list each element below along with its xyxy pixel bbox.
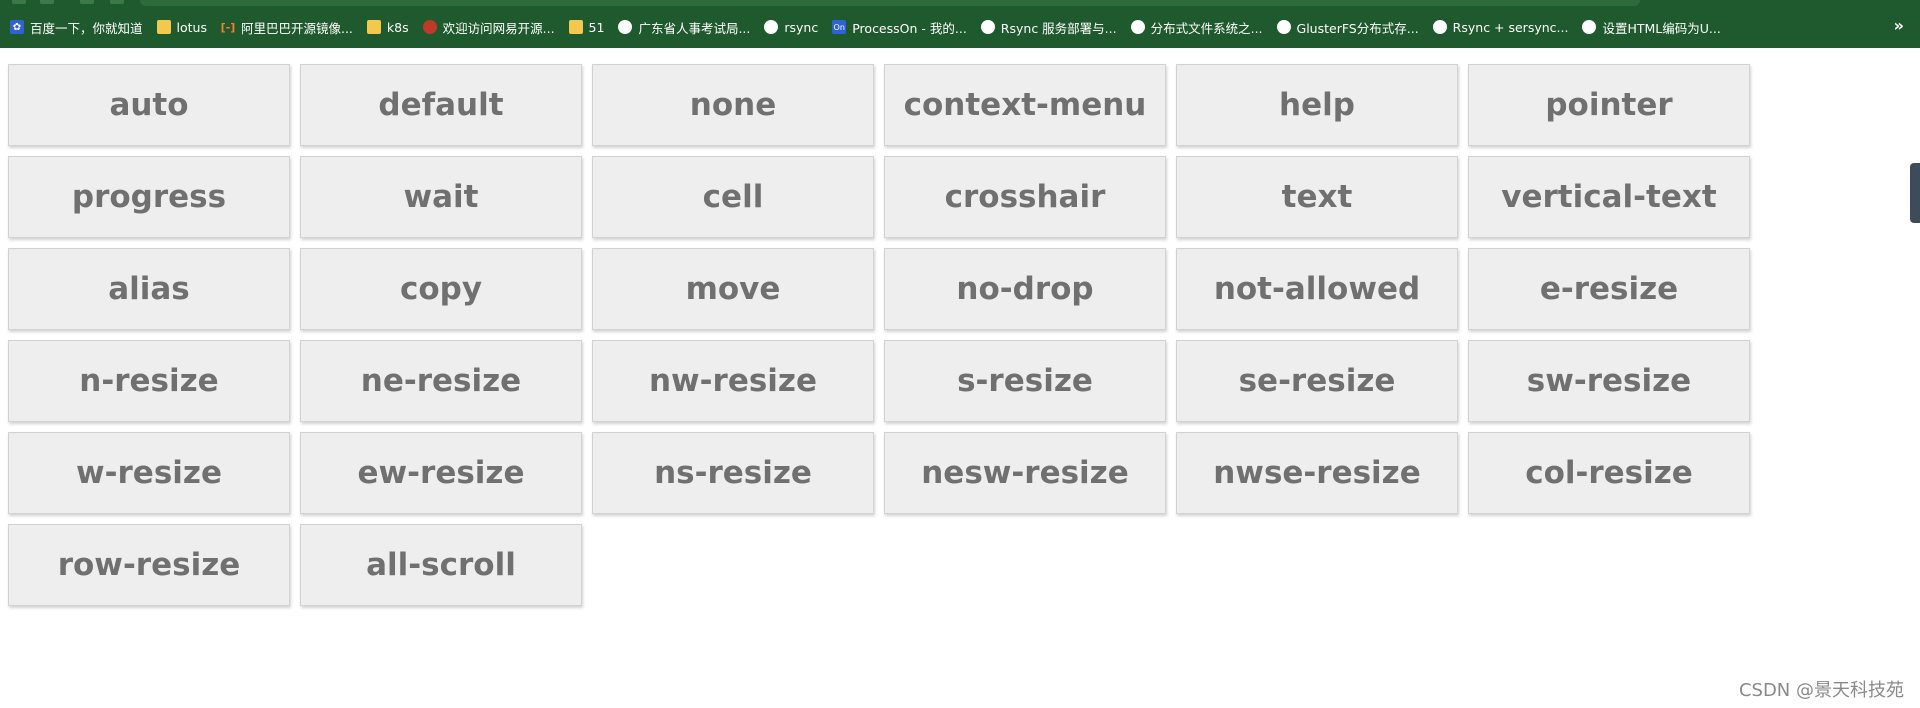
cursor-cell-s-resize[interactable]: s-resize [884,340,1166,422]
cursor-cell-nesw-resize[interactable]: nesw-resize [884,432,1166,514]
bookmark-item[interactable]: 分布式文件系统之... [1130,18,1263,37]
bookmark-label: 阿里巴巴开源镜像... [240,20,353,36]
cursor-cell-help[interactable]: help [1176,64,1458,146]
cursor-cell-pointer[interactable]: pointer [1468,64,1750,146]
globe-icon [980,20,995,34]
globe-icon [618,20,633,34]
cursor-cell-cell[interactable]: cell [592,156,874,238]
bookmark-item[interactable]: 欢迎访问网易开源... [422,18,555,37]
home-button-edge[interactable] [110,0,124,4]
cursor-cell-w-resize[interactable]: w-resize [8,432,290,514]
netease-icon [422,20,437,34]
address-bar-edge[interactable] [140,0,1640,6]
bookmark-label: GlusterFS分布式存... [1296,20,1419,36]
cursor-cell-ns-resize[interactable]: ns-resize [592,432,874,514]
folder-icon [366,20,381,34]
cursor-cell-progress[interactable]: progress [8,156,290,238]
back-button-edge[interactable] [12,0,26,4]
cursor-cell-wait[interactable]: wait [300,156,582,238]
bookmark-label: k8s [386,19,409,35]
cursor-cell-nwse-resize[interactable]: nwse-resize [1176,432,1458,514]
bookmark-label: 广东省人事考试局... [638,20,751,36]
cursor-cell-copy[interactable]: copy [300,248,582,330]
bookmark-item[interactable]: Rsync 服务部署与... [980,18,1117,37]
cursor-cell-sw-resize[interactable]: sw-resize [1468,340,1750,422]
cursor-cell-vertical-text[interactable]: vertical-text [1468,156,1750,238]
globe-icon [1432,20,1447,34]
bookmark-label: 欢迎访问网易开源... [442,20,555,36]
bookmark-item[interactable]: GlusterFS分布式存... [1276,18,1419,37]
bookmark-label: Rsync + sersync... [1452,19,1569,35]
bookmark-item[interactable]: [-] 阿里巴巴开源镜像... [221,18,353,37]
bookmark-label: 设置HTML编码为U... [1602,20,1721,36]
aliyun-icon: [-] [220,20,236,34]
bookmark-item[interactable]: 设置HTML编码为U... [1582,18,1721,37]
processon-icon: On [832,20,847,34]
bookmark-label: Rsync 服务部署与... [1000,20,1117,36]
bookmark-item[interactable]: k8s [366,19,409,35]
cursor-cell-col-resize[interactable]: col-resize [1468,432,1750,514]
bookmark-item[interactable]: On ProcessOn - 我的... [832,18,967,37]
globe-icon [1130,20,1145,34]
cursor-cell-ew-resize[interactable]: ew-resize [300,432,582,514]
bookmark-label: 分布式文件系统之... [1150,20,1263,36]
cursor-cell-se-resize[interactable]: se-resize [1176,340,1458,422]
bookmark-label: rsync [784,19,819,35]
globe-icon [1582,20,1597,34]
cursor-cell-default[interactable]: default [300,64,582,146]
bookmark-label: 百度一下，你就知道 [30,20,143,36]
folder-icon [568,20,583,34]
baidu-icon: ✿ [10,20,24,34]
bookmark-item[interactable]: ✿ 百度一下，你就知道 [10,18,143,37]
cursor-cell-none[interactable]: none [592,64,874,146]
cursor-cell-row-resize[interactable]: row-resize [8,524,290,606]
bookmark-item[interactable]: Rsync + sersync... [1432,19,1569,35]
bookmark-item[interactable]: 广东省人事考试局... [618,18,750,37]
cursor-cell-crosshair[interactable]: crosshair [884,156,1166,238]
side-float-widget[interactable] [1910,163,1920,223]
folder-icon [156,20,171,34]
bookmark-item[interactable]: lotus [156,19,207,35]
cursor-cell-n-resize[interactable]: n-resize [8,340,290,422]
bookmark-label: ProcessOn - 我的... [852,20,967,36]
bookmarks-bar: ✿ 百度一下，你就知道 lotus [-] 阿里巴巴开源镜像... k8s 欢迎访问网易开源… [0,0,1920,48]
cursor-cell-ne-resize[interactable]: ne-resize [300,340,582,422]
bookmark-item[interactable]: 51 [568,19,605,35]
cursor-cell-no-drop[interactable]: no-drop [884,248,1166,330]
cursor-grid: auto default none context-menu help pointer pr… [8,64,1750,606]
cursor-cell-context-menu[interactable]: context-menu [884,64,1166,146]
csdn-watermark: CSDN @景天科技苑 [1738,680,1904,701]
globe-icon [1276,20,1291,34]
bookmark-label: 51 [588,19,605,35]
bookmark-item[interactable]: rsync [764,20,818,35]
bookmark-label: lotus [176,19,207,35]
bookmarks-overflow-button[interactable]: » [1894,16,1904,35]
cursor-cell-move[interactable]: move [592,248,874,330]
cursor-cell-all-scroll[interactable]: all-scroll [300,524,582,606]
cursor-cell-auto[interactable]: auto [8,64,290,146]
forward-button-edge[interactable] [40,0,54,4]
cursor-cell-alias[interactable]: alias [8,248,290,330]
globe-icon [764,20,779,34]
reload-button-edge[interactable] [80,0,94,4]
cursor-cell-not-allowed[interactable]: not-allowed [1176,248,1458,330]
cursor-cell-e-resize[interactable]: e-resize [1468,248,1750,330]
cursor-cell-nw-resize[interactable]: nw-resize [592,340,874,422]
cursor-cell-text[interactable]: text [1176,156,1458,238]
bookmark-list: ✿ 百度一下，你就知道 lotus [-] 阿里巴巴开源镜像... k8s 欢迎访问网易开源… [10,16,1721,38]
